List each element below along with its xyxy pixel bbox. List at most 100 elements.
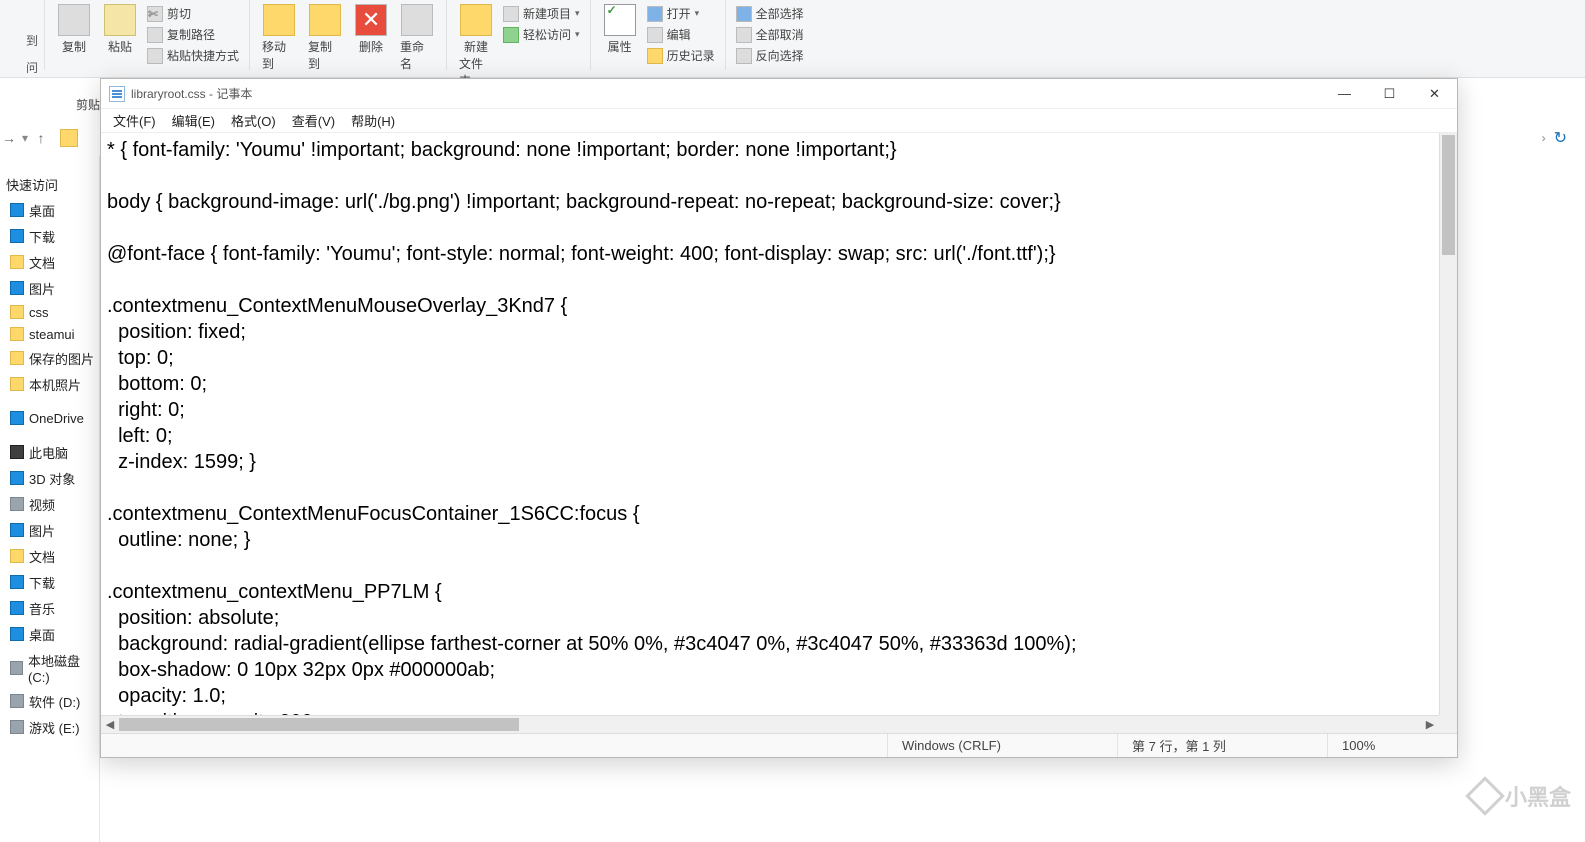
sidebar-item[interactable]: 文档 — [4, 543, 99, 569]
copy-to-button[interactable]: 复制到 — [302, 2, 348, 74]
sidebar-item-label: 3D 对象 — [29, 469, 75, 488]
sidebar-item-label: steamui — [29, 327, 75, 342]
notepad-editor[interactable]: * { font-family: 'Youmu' !important; bac… — [101, 133, 1457, 733]
easy-access-button[interactable]: 轻松访问▾ — [499, 25, 584, 44]
notepad-app-icon — [109, 86, 125, 102]
sidebar-item[interactable]: 游戏 (E:) — [4, 714, 99, 740]
delete-button[interactable]: ✕删除 — [348, 2, 394, 57]
ribbon-truncated-label: 到 — [26, 32, 38, 49]
copy-path-label: 复制路径 — [167, 26, 215, 43]
drive-icon — [10, 601, 24, 615]
folder-icon — [10, 351, 24, 365]
menu-format[interactable]: 格式(O) — [223, 109, 284, 132]
open-button[interactable]: 打开▾ — [643, 4, 719, 23]
menu-help[interactable]: 帮助(H) — [343, 109, 403, 132]
notepad-menubar: 文件(F) 编辑(E) 格式(O) 查看(V) 帮助(H) — [101, 109, 1457, 133]
sidebar-quick-access[interactable]: 快速访问 — [4, 172, 99, 197]
sidebar-item[interactable]: 下载 — [4, 569, 99, 595]
history-icon — [647, 48, 663, 64]
sidebar-item-label: 音乐 — [29, 599, 55, 618]
refresh-icon[interactable]: ↻ — [1546, 128, 1575, 148]
folder-icon — [10, 305, 24, 319]
scrollbar-corner — [1439, 715, 1457, 733]
folder-icon — [10, 377, 24, 391]
sidebar-item[interactable]: 软件 (D:) — [4, 688, 99, 714]
menu-view[interactable]: 查看(V) — [284, 109, 343, 132]
sidebar-item-label: 图片 — [29, 521, 55, 540]
clipboard-section-label: 剪贴 — [76, 96, 100, 113]
horizontal-scrollbar-thumb[interactable] — [119, 718, 519, 731]
delete-icon: ✕ — [355, 4, 387, 36]
edit-icon — [647, 27, 663, 43]
edit-button[interactable]: 编辑 — [643, 25, 719, 44]
folder-icon — [10, 203, 24, 217]
nav-dropdown-icon[interactable]: ▾ — [18, 131, 32, 145]
paste-button[interactable]: 粘贴 — [97, 2, 143, 57]
vertical-scrollbar-thumb[interactable] — [1442, 135, 1455, 255]
sidebar-this-pc[interactable]: 此电脑 — [4, 439, 99, 465]
open-icon — [647, 6, 663, 22]
sidebar-item[interactable]: 图片 — [4, 275, 99, 301]
scroll-right-icon[interactable]: ▶ — [1421, 718, 1439, 731]
sidebar-item[interactable]: 3D 对象 — [4, 465, 99, 491]
select-none-icon — [736, 27, 752, 43]
nav-up-icon[interactable]: ↑ — [32, 130, 50, 146]
copy-label: 复制 — [62, 38, 86, 55]
close-button[interactable]: ✕ — [1412, 79, 1457, 109]
menu-file[interactable]: 文件(F) — [105, 109, 164, 132]
ribbon-group-new: 新建文件夹 新建项目▾ 轻松访问▾ — [447, 0, 591, 70]
sidebar-item[interactable]: 下载 — [4, 223, 99, 249]
sidebar-item[interactable]: steamui — [4, 323, 99, 345]
vertical-scrollbar[interactable] — [1439, 133, 1457, 715]
horizontal-scrollbar[interactable]: ◀ ▶ — [101, 715, 1439, 733]
copy-path-button[interactable]: 复制路径 — [143, 25, 243, 44]
history-button[interactable]: 历史记录 — [643, 46, 719, 65]
select-none-button[interactable]: 全部取消 — [732, 25, 808, 44]
rename-button[interactable]: 重命名 — [394, 2, 440, 74]
this-pc-label: 此电脑 — [29, 443, 68, 462]
invert-selection-button[interactable]: 反向选择 — [732, 46, 808, 65]
notepad-text-content[interactable]: * { font-family: 'Youmu' !important; bac… — [101, 133, 1439, 715]
edit-label: 编辑 — [667, 26, 691, 43]
sidebar-item[interactable]: 图片 — [4, 517, 99, 543]
cut-button[interactable]: 剪切 — [143, 4, 243, 23]
sidebar-item[interactable]: css — [4, 301, 99, 323]
nav-right: › ↻ — [1542, 120, 1581, 156]
ribbon-group-select: 全部选择 全部取消 反向选择 — [726, 0, 814, 70]
sidebar-item-label: 本地磁盘 (C:) — [28, 651, 99, 685]
sidebar-item[interactable]: 视频 — [4, 491, 99, 517]
copy-button[interactable]: 复制 — [51, 2, 97, 57]
new-item-button[interactable]: 新建项目▾ — [499, 4, 584, 23]
sidebar-item[interactable]: 文档 — [4, 249, 99, 275]
maximize-button[interactable]: ☐ — [1367, 79, 1412, 109]
invert-selection-label: 反向选择 — [756, 47, 804, 64]
properties-button[interactable]: 属性 — [597, 2, 643, 57]
status-encoding: Windows (CRLF) — [887, 734, 1117, 757]
move-to-button[interactable]: 移动到 — [256, 2, 302, 74]
sidebar-item[interactable]: 音乐 — [4, 595, 99, 621]
ribbon-truncated-label: 问 — [26, 59, 38, 76]
sidebar-item[interactable]: 本地磁盘 (C:) — [4, 647, 99, 688]
watermark-icon — [1465, 776, 1505, 816]
scroll-left-icon[interactable]: ◀ — [101, 718, 119, 731]
new-folder-icon — [460, 4, 492, 36]
select-none-label: 全部取消 — [756, 26, 804, 43]
move-to-label: 移动到 — [262, 38, 296, 72]
sidebar-item[interactable]: 保存的图片 — [4, 345, 99, 371]
notepad-titlebar[interactable]: libraryroot.css - 记事本 — ☐ ✕ — [101, 79, 1457, 109]
onedrive-icon — [10, 411, 24, 425]
sidebar-onedrive[interactable]: OneDrive — [4, 407, 99, 429]
horizontal-scrollbar-track[interactable] — [119, 716, 1421, 733]
menu-edit[interactable]: 编辑(E) — [164, 109, 223, 132]
paste-shortcut-button[interactable]: 粘贴快捷方式 — [143, 46, 243, 65]
watermark-text: 小黑盒 — [1505, 780, 1571, 812]
sidebar-item[interactable]: 本机照片 — [4, 371, 99, 397]
minimize-button[interactable]: — — [1322, 79, 1367, 109]
sidebar-item[interactable]: 桌面 — [4, 197, 99, 223]
nav-forward-icon[interactable]: → — [0, 130, 18, 146]
select-all-button[interactable]: 全部选择 — [732, 4, 808, 23]
folder-icon — [10, 255, 24, 269]
address-folder-icon — [60, 129, 78, 147]
open-label: 打开 — [667, 5, 691, 22]
sidebar-item[interactable]: 桌面 — [4, 621, 99, 647]
